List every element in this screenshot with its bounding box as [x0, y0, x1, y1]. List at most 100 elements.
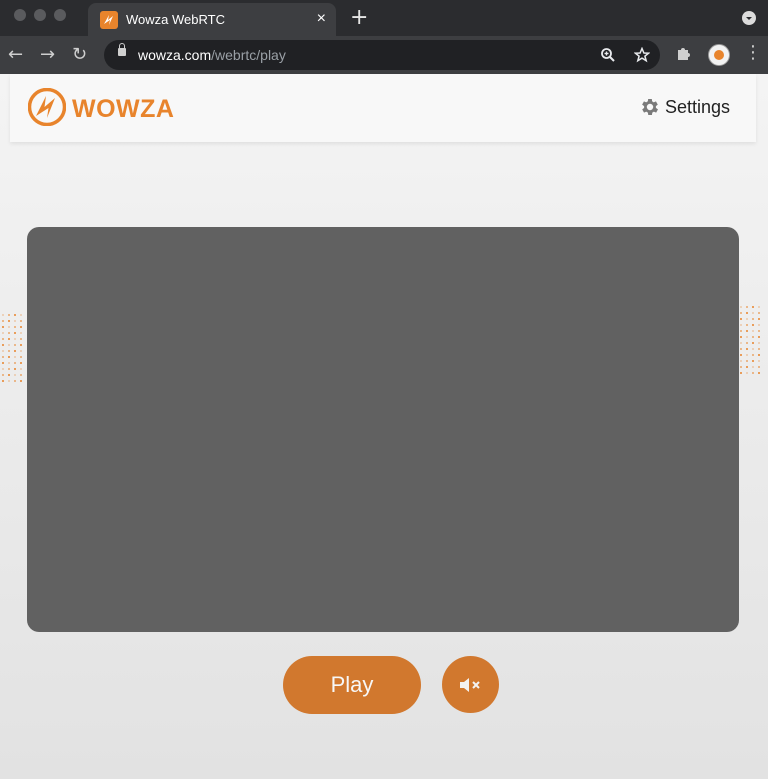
- new-tab-button[interactable]: +: [350, 5, 368, 30]
- reload-icon[interactable]: ↻: [72, 44, 87, 65]
- tab-search-icon[interactable]: [742, 11, 756, 25]
- decorative-dot: [8, 314, 10, 316]
- decorative-dot: [14, 314, 16, 316]
- decorative-dot: [740, 336, 742, 338]
- wowza-logo-icon[interactable]: [27, 87, 67, 127]
- mute-toggle-button[interactable]: [442, 656, 499, 713]
- decorative-dot: [758, 354, 760, 356]
- settings-button[interactable]: Settings: [639, 96, 730, 118]
- decorative-dot: [20, 320, 22, 322]
- decorative-dot: [746, 342, 748, 344]
- decorative-dot: [752, 330, 754, 332]
- tab-close-button[interactable]: ×: [317, 10, 326, 28]
- window-close-control[interactable]: [14, 9, 26, 21]
- decorative-dot: [20, 368, 22, 370]
- decorative-dot: [758, 318, 760, 320]
- decorative-dot: [746, 312, 748, 314]
- decorative-dot: [752, 336, 754, 338]
- decorative-dots-right: [740, 306, 764, 382]
- decorative-dot: [752, 306, 754, 308]
- url-text[interactable]: wowza.com/webrtc/play: [138, 47, 286, 63]
- decorative-dot: [746, 360, 748, 362]
- page-content: WOWZA Settings Play: [0, 74, 768, 779]
- decorative-dot: [2, 338, 4, 340]
- decorative-dot: [758, 342, 760, 344]
- decorative-dot: [740, 372, 742, 374]
- decorative-dot: [8, 326, 10, 328]
- decorative-dot: [2, 320, 4, 322]
- decorative-dot: [14, 332, 16, 334]
- decorative-dot: [752, 372, 754, 374]
- decorative-dot: [20, 374, 22, 376]
- lock-icon[interactable]: [118, 43, 126, 56]
- decorative-dot: [2, 368, 4, 370]
- decorative-dot: [14, 356, 16, 358]
- decorative-dot: [2, 350, 4, 352]
- decorative-dot: [2, 374, 4, 376]
- url-path: /webrtc/play: [211, 47, 286, 63]
- tab-wowza-webrtc[interactable]: Wowza WebRTC ×: [88, 3, 336, 36]
- decorative-dot: [8, 380, 10, 382]
- decorative-dot: [740, 312, 742, 314]
- address-bar[interactable]: wowza.com/webrtc/play: [104, 40, 660, 70]
- decorative-dot: [2, 344, 4, 346]
- decorative-dot: [740, 318, 742, 320]
- video-player[interactable]: [27, 227, 739, 632]
- decorative-dot: [740, 342, 742, 344]
- decorative-dot: [758, 330, 760, 332]
- decorative-dot: [746, 330, 748, 332]
- decorative-dot: [752, 360, 754, 362]
- decorative-dot: [14, 326, 16, 328]
- play-button[interactable]: Play: [283, 656, 421, 714]
- decorative-dot: [752, 324, 754, 326]
- decorative-dot: [2, 380, 4, 382]
- decorative-dot: [20, 356, 22, 358]
- decorative-dot: [8, 374, 10, 376]
- decorative-dot: [752, 348, 754, 350]
- decorative-dot: [758, 366, 760, 368]
- decorative-dot: [14, 368, 16, 370]
- back-arrow-icon[interactable]: ←: [8, 44, 23, 65]
- decorative-dot: [746, 336, 748, 338]
- settings-label: Settings: [664, 96, 730, 117]
- decorative-dot: [20, 326, 22, 328]
- decorative-dot: [2, 362, 4, 364]
- forward-arrow-icon[interactable]: →: [40, 44, 55, 65]
- decorative-dot: [8, 368, 10, 370]
- decorative-dot: [8, 362, 10, 364]
- decorative-dot: [746, 324, 748, 326]
- decorative-dot: [20, 362, 22, 364]
- decorative-dot: [740, 354, 742, 356]
- decorative-dot: [740, 330, 742, 332]
- browser-menu-icon[interactable]: ⋮: [744, 42, 762, 63]
- decorative-dot: [2, 314, 4, 316]
- star-icon[interactable]: [633, 44, 651, 67]
- decorative-dot: [8, 320, 10, 322]
- decorative-dot: [758, 372, 760, 374]
- extensions-icon[interactable]: [675, 44, 692, 65]
- window-minimize-control[interactable]: [34, 9, 46, 21]
- decorative-dot: [740, 366, 742, 368]
- decorative-dot: [758, 306, 760, 308]
- window-maximize-control[interactable]: [54, 9, 66, 21]
- zoom-icon[interactable]: [600, 44, 616, 67]
- decorative-dot: [746, 354, 748, 356]
- decorative-dot: [740, 324, 742, 326]
- wowza-logo-text: WOWZA: [72, 95, 175, 123]
- profile-avatar[interactable]: [708, 44, 730, 66]
- browser-toolbar: ← → ↻ wowza.com/webrtc/play ⋮: [0, 36, 768, 74]
- decorative-dot: [758, 360, 760, 362]
- decorative-dot: [8, 350, 10, 352]
- decorative-dot: [746, 306, 748, 308]
- decorative-dot: [20, 314, 22, 316]
- browser-tab-strip: Wowza WebRTC × +: [0, 0, 768, 36]
- decorative-dot: [752, 312, 754, 314]
- decorative-dot: [740, 306, 742, 308]
- decorative-dot: [8, 356, 10, 358]
- gear-icon: [642, 99, 658, 115]
- url-host: wowza.com: [138, 47, 212, 63]
- decorative-dot: [746, 366, 748, 368]
- wowza-favicon-icon: [100, 11, 118, 29]
- decorative-dot: [746, 318, 748, 320]
- decorative-dot: [20, 332, 22, 334]
